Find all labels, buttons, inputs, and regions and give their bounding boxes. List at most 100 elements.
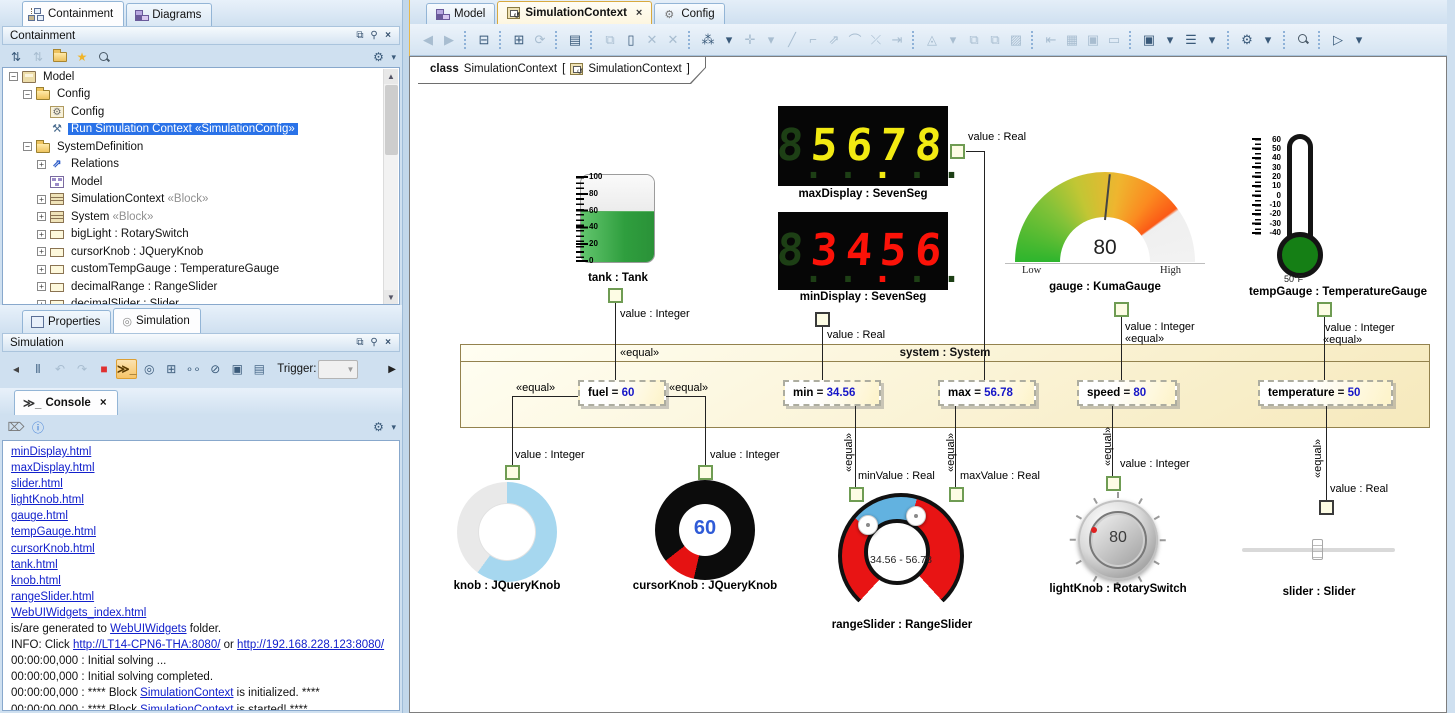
- gear-caret-icon[interactable]: ▾: [391, 52, 396, 63]
- delete-view-icon[interactable]: ✕: [663, 30, 683, 50]
- rectilinear-icon[interactable]: ⌐: [803, 30, 823, 50]
- console-link[interactable]: lightKnob.html: [11, 494, 84, 506]
- to-front-icon[interactable]: ⧉: [964, 30, 984, 50]
- export-window-icon[interactable]: ▣: [227, 359, 247, 379]
- tree-expander-icon[interactable]: +: [37, 265, 46, 274]
- tab-diagrams[interactable]: Diagrams: [126, 3, 212, 26]
- overflow-arrow-icon[interactable]: ▶: [388, 364, 396, 375]
- value-field-temperature[interactable]: temperature = 50: [1258, 380, 1393, 406]
- diagram-tab-model[interactable]: Model: [426, 3, 495, 24]
- tree-item[interactable]: −Config: [3, 86, 399, 104]
- back-icon[interactable]: ◀: [418, 30, 438, 50]
- legend-caret-icon[interactable]: ▾: [1202, 30, 1222, 50]
- copy-icon[interactable]: ⧉: [600, 30, 620, 50]
- options-gear-icon[interactable]: ⚙: [1237, 30, 1257, 50]
- line-icon[interactable]: ╱: [782, 30, 802, 50]
- connector-line[interactable]: [512, 396, 578, 397]
- value-field-max[interactable]: max = 56.78: [938, 380, 1036, 406]
- paste-icon[interactable]: ▯: [621, 30, 641, 50]
- port[interactable]: [950, 144, 965, 159]
- console-link[interactable]: cursorKnob.html: [11, 543, 95, 555]
- run-icon[interactable]: ▷: [1328, 30, 1348, 50]
- step-over-icon[interactable]: ↷: [72, 359, 92, 379]
- console-link[interactable]: SimulationContext: [140, 687, 233, 699]
- curve-icon[interactable]: ⌒: [845, 30, 865, 50]
- connector-line[interactable]: [984, 151, 985, 380]
- connector-line[interactable]: [615, 303, 616, 380]
- search-icon[interactable]: [94, 47, 114, 67]
- port[interactable]: [698, 465, 713, 480]
- tree-item[interactable]: +customTempGauge : TemperatureGauge: [3, 261, 399, 279]
- port[interactable]: [1319, 500, 1334, 515]
- tree-item[interactable]: +cursorKnob : JQueryKnob: [3, 243, 399, 261]
- lock-icon[interactable]: ⊘: [205, 359, 225, 379]
- float-panel-icon[interactable]: ⧉: [353, 337, 367, 348]
- console-link[interactable]: http://LT14-CPN6-THA:8080/: [73, 639, 220, 651]
- gear-caret-icon[interactable]: ▾: [391, 422, 396, 433]
- sevenseg-mindisplay[interactable]: 8.3.4.5.6.: [778, 212, 948, 290]
- tab-console[interactable]: ≫_ Console ×: [14, 390, 118, 415]
- tree-expander-icon[interactable]: +: [37, 160, 46, 169]
- console-link[interactable]: maxDisplay.html: [11, 462, 95, 474]
- tree-expander-icon[interactable]: +: [37, 230, 46, 239]
- tree-item[interactable]: Model: [3, 173, 399, 191]
- console-link[interactable]: tempGauge.html: [11, 526, 96, 538]
- value-field-min[interactable]: min = 34.56: [783, 380, 881, 406]
- slider-handle[interactable]: [1312, 539, 1323, 560]
- tab-properties[interactable]: Properties: [22, 310, 111, 333]
- refresh-icon[interactable]: ⟳: [530, 30, 550, 50]
- tab-containment[interactable]: Containment: [22, 1, 124, 26]
- insert-caret-icon[interactable]: ▾: [761, 30, 781, 50]
- tree-item[interactable]: +SimulationContext «Block»: [3, 191, 399, 209]
- port[interactable]: [815, 312, 830, 327]
- tree-item[interactable]: ⚙Config: [3, 103, 399, 121]
- thermometer-widget[interactable]: [1287, 134, 1313, 238]
- scroll-thumb[interactable]: [385, 85, 398, 155]
- settings-gear-icon[interactable]: ⚙: [368, 417, 388, 437]
- console-link[interactable]: WebUIWidgets_index.html: [11, 607, 146, 619]
- attach-icon[interactable]: ⇥: [887, 30, 907, 50]
- connector-line[interactable]: [1121, 317, 1122, 380]
- tab-simulation[interactable]: ◎ Simulation: [113, 308, 200, 333]
- tree-item[interactable]: +System «Block»: [3, 208, 399, 226]
- distribute-icon[interactable]: ▦: [1062, 30, 1082, 50]
- animation-icon[interactable]: ◎: [139, 359, 159, 379]
- step-into-icon[interactable]: ↶: [50, 359, 70, 379]
- rangeslider-min-handle[interactable]: [858, 515, 878, 535]
- tree-item[interactable]: +decimalSlider : Slider: [3, 296, 399, 306]
- pause-icon[interactable]: Ⅱ: [28, 359, 48, 379]
- info-icon[interactable]: ⓘ: [28, 417, 48, 437]
- scroll-down-icon[interactable]: ▼: [384, 290, 398, 305]
- clear-console-icon[interactable]: ⌦: [6, 417, 26, 437]
- tree-item[interactable]: +⇗Relations: [3, 156, 399, 174]
- tree-expander-icon[interactable]: +: [37, 247, 46, 256]
- tree-item[interactable]: −Model: [3, 68, 399, 86]
- console-link[interactable]: http://192.168.228.123:8080/: [237, 639, 384, 651]
- pin-panel-icon[interactable]: ⚲: [367, 30, 381, 41]
- tree-expander-icon[interactable]: +: [37, 212, 46, 221]
- collapse-arrow-icon[interactable]: ◂: [6, 359, 26, 379]
- close-panel-icon[interactable]: ×: [381, 337, 395, 348]
- layout-icon[interactable]: ⁂: [698, 30, 718, 50]
- connector-line[interactable]: [705, 396, 706, 465]
- console-link[interactable]: gauge.html: [11, 510, 68, 522]
- close-panel-icon[interactable]: ×: [381, 30, 395, 41]
- image-shape-icon[interactable]: ▨: [1006, 30, 1026, 50]
- layout-caret-icon[interactable]: ▾: [719, 30, 739, 50]
- trigger-dropdown[interactable]: ▼: [318, 360, 358, 379]
- breakpoints-icon[interactable]: ∘∘: [183, 359, 203, 379]
- tree-item[interactable]: +decimalRange : RangeSlider: [3, 278, 399, 296]
- expand-selection-icon[interactable]: ⇅: [6, 47, 26, 67]
- console-link[interactable]: WebUIWidgets: [110, 623, 186, 635]
- show-caret-icon[interactable]: ▾: [1160, 30, 1180, 50]
- connector-line[interactable]: [822, 327, 823, 380]
- tree-scrollbar[interactable]: ▲ ▼: [383, 69, 398, 305]
- tree-expander-icon[interactable]: −: [9, 72, 18, 81]
- web-server-icon[interactable]: ▤: [249, 359, 269, 379]
- paint-caret-icon[interactable]: ▾: [943, 30, 963, 50]
- tree-expander-icon[interactable]: +: [37, 282, 46, 291]
- port[interactable]: [608, 288, 623, 303]
- zoom-search-icon[interactable]: [1293, 30, 1313, 50]
- options-caret-icon[interactable]: ▾: [1258, 30, 1278, 50]
- scroll-up-icon[interactable]: ▲: [384, 69, 398, 84]
